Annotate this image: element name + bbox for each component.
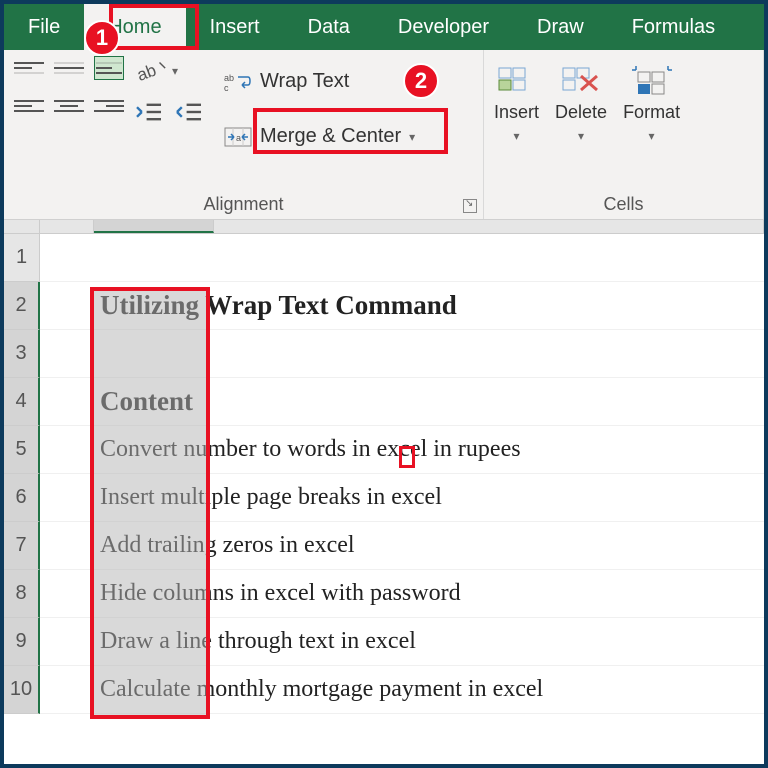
row-header[interactable]: 5 [4,426,40,474]
tab-draw[interactable]: Draw [513,4,608,50]
sheet-row: 2 Utilizing Wrap Text Command [4,282,764,330]
select-all-corner[interactable] [4,220,40,233]
insert-cells-button[interactable]: Insert ▾ [494,64,539,143]
delete-cells-button[interactable]: Delete ▾ [555,64,607,143]
insert-cells-icon [495,64,539,96]
delete-cells-icon [559,64,603,96]
svg-text:ab: ab [224,73,234,83]
cell-text: Draw a line through text in excel [100,628,416,655]
group-cells-label: Cells [494,190,753,215]
cell[interactable]: Insert multiple page breaks in excel [40,474,764,522]
merge-center-button[interactable]: a Merge & Center ▾ [214,119,425,154]
cell[interactable]: Draw a line through text in excel [40,618,764,666]
worksheet[interactable]: 12 Utilizing Wrap Text Command 34 Content 5 C… [4,220,764,764]
insert-cells-label: Insert [494,102,539,123]
increase-indent-button[interactable] [174,100,204,124]
align-bottom-button[interactable] [94,56,124,80]
wrap-text-button[interactable]: abc Wrap Text [214,64,425,99]
format-cells-icon [630,64,674,96]
align-middle-button[interactable] [54,56,84,80]
cell[interactable]: Add trailing zeros in excel [40,522,764,570]
sheet-row: 1 [4,234,764,282]
sheet-row: 8 Hide columns in excel with password [4,570,764,618]
group-alignment-label: Alignment [14,190,473,215]
alignment-dialog-launcher[interactable] [463,199,477,213]
cell-text: Content [100,386,193,417]
cell-text: Convert number to words in excel in rupe… [100,436,521,463]
ribbon-body: ab ▾ abc Wrap Text [4,50,764,220]
format-cells-button[interactable]: Format ▾ [623,64,680,143]
chevron-down-icon[interactable]: ▾ [409,130,415,144]
cell-text: Calculate monthly mortgage payment in ex… [100,676,543,703]
row-header[interactable]: 8 [4,570,40,618]
svg-text:a: a [236,133,241,143]
group-cells: Insert ▾ Delete ▾ Format ▾ Cells [484,50,764,219]
svg-text:ab: ab [134,61,158,85]
cell-text: Add trailing zeros in excel [100,532,355,559]
chevron-down-icon[interactable]: ▾ [172,64,178,78]
cell-text: Utilizing Wrap Text Command [100,290,457,321]
svg-text:c: c [224,83,229,93]
sheet-row: 10 Calculate monthly mortgage payment in … [4,666,764,714]
col-header-rest[interactable] [214,220,764,233]
sheet-row: 5 Convert number to words in excel in rup… [4,426,764,474]
sheet-row: 9 Draw a line through text in excel [4,618,764,666]
callout-badge-2: 2 [403,63,439,99]
chevron-down-icon: ▾ [649,129,655,143]
sheet-row: 7 Add trailing zeros in excel [4,522,764,570]
row-header[interactable]: 2 [4,282,40,330]
cell[interactable] [40,330,764,378]
callout-badge-1: 1 [84,20,120,56]
cell[interactable]: Content [40,378,764,426]
tab-developer[interactable]: Developer [374,4,513,50]
cell[interactable]: Calculate monthly mortgage payment in ex… [40,666,764,714]
chevron-down-icon: ▾ [578,129,584,143]
row-header[interactable]: 6 [4,474,40,522]
merge-center-label: Merge & Center [260,125,401,148]
col-header-b[interactable] [94,220,214,233]
cell-text: Hide columns in excel with password [100,580,461,607]
cell[interactable]: Convert number to words in excel in rupe… [40,426,764,474]
tab-insert[interactable]: Insert [186,4,284,50]
orientation-button[interactable]: ab [134,56,168,86]
sheet-row: 4 Content [4,378,764,426]
row-header[interactable]: 9 [4,618,40,666]
sheet-row: 6 Insert multiple page breaks in excel [4,474,764,522]
align-left-button[interactable] [14,94,44,118]
row-header[interactable]: 7 [4,522,40,570]
row-header[interactable]: 3 [4,330,40,378]
align-top-button[interactable] [14,56,44,80]
cell[interactable] [40,234,764,282]
tab-file[interactable]: File [4,4,84,50]
column-headers [4,220,764,234]
chevron-down-icon: ▾ [514,129,520,143]
sheet-row: 3 [4,330,764,378]
tab-formulas[interactable]: Formulas [608,4,739,50]
tab-data[interactable]: Data [284,4,374,50]
cell[interactable]: Hide columns in excel with password [40,570,764,618]
format-cells-label: Format [623,102,680,123]
row-header[interactable]: 10 [4,666,40,714]
cell[interactable]: Utilizing Wrap Text Command [40,282,764,330]
wrap-text-label: Wrap Text [260,70,349,93]
align-center-button[interactable] [54,94,84,118]
group-alignment: ab ▾ abc Wrap Text [4,50,484,219]
row-header[interactable]: 4 [4,378,40,426]
cell-text: Insert multiple page breaks in excel [100,484,442,511]
row-header[interactable]: 1 [4,234,40,282]
delete-cells-label: Delete [555,102,607,123]
col-header-a[interactable] [40,220,94,233]
align-right-button[interactable] [94,94,124,118]
decrease-indent-button[interactable] [134,100,164,124]
merge-center-icon: a [224,126,252,148]
wrap-text-icon: abc [224,71,252,93]
